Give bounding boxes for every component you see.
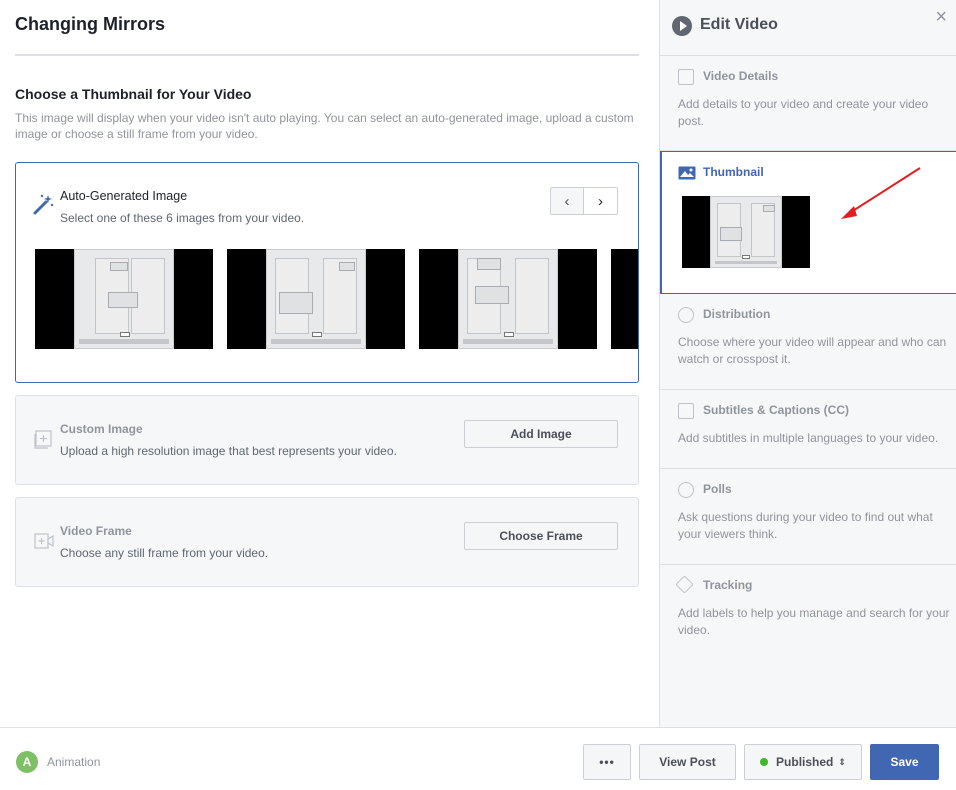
footer-bar: A Animation ••• View Post Published ⇕ Sa…: [0, 727, 956, 790]
thumbnail-icon: [678, 166, 696, 180]
video-frame-subtitle: Choose any still frame from your video.: [60, 546, 269, 560]
sidebar-item-desc: Ask questions during your video to find …: [678, 510, 933, 541]
avatar[interactable]: A: [16, 751, 38, 773]
save-button[interactable]: Save: [870, 744, 939, 780]
thumbnail-pager: ‹ ›: [550, 187, 618, 215]
title-divider: [15, 54, 639, 56]
close-icon[interactable]: ×: [935, 6, 947, 29]
thumbnail-strip: [35, 249, 638, 349]
sidebar-item-label: Distribution: [703, 307, 771, 321]
next-button[interactable]: ›: [584, 187, 618, 215]
magic-wand-icon: [33, 194, 54, 215]
prev-button[interactable]: ‹: [550, 187, 584, 215]
sidebar-item-desc: Choose where your video will appear and …: [678, 335, 947, 366]
sidebar-item-desc: Add details to your video and create you…: [678, 97, 929, 128]
play-icon: [672, 16, 692, 36]
auto-generated-title: Auto-Generated Image: [60, 189, 188, 203]
sidebar-header: Edit Video ×: [660, 0, 956, 56]
sidebar-item-subtitles[interactable]: Subtitles & Captions (CC) Add subtitles …: [660, 390, 956, 469]
thumbnail-frame: [74, 249, 174, 349]
edit-video-sidebar: Edit Video × Video Details Add details t…: [659, 0, 956, 727]
details-icon: [678, 69, 694, 85]
video-frame-title: Video Frame: [60, 524, 132, 538]
sidebar-item-label: Thumbnail: [703, 165, 764, 179]
choose-frame-button[interactable]: Choose Frame: [464, 522, 618, 550]
video-frame-card: Video Frame Choose any still frame from …: [15, 497, 639, 587]
status-label: Published: [776, 755, 834, 769]
thumbnail-frame: [266, 249, 366, 349]
sidebar-item-label: Tracking: [703, 578, 753, 592]
sidebar-item-polls[interactable]: Polls Ask questions during your video to…: [660, 469, 956, 565]
up-down-icon: ⇕: [838, 756, 846, 767]
published-status-button[interactable]: Published ⇕: [744, 744, 862, 780]
auto-generated-subtitle: Select one of these 6 images from your v…: [60, 211, 305, 225]
thumbnail-option[interactable]: [419, 249, 597, 349]
main-panel: Changing Mirrors Choose a Thumbnail for …: [0, 0, 660, 727]
page-title: Changing Mirrors: [15, 14, 166, 34]
thumbnail-heading: Choose a Thumbnail for Your Video: [15, 86, 252, 102]
thumbnail-option[interactable]: [227, 249, 405, 349]
thumbnail-option[interactable]: [35, 249, 213, 349]
sidebar-item-tracking[interactable]: Tracking Add labels to help you manage a…: [660, 565, 956, 661]
sidebar-item-label: Polls: [703, 482, 732, 496]
red-arrow-icon: [841, 167, 921, 219]
tag-icon: [675, 575, 694, 594]
sidebar-item-desc: Add subtitles in multiple languages to y…: [678, 431, 939, 445]
add-image-button[interactable]: Add Image: [464, 420, 618, 448]
sidebar-item-distribution[interactable]: Distribution Choose where your video wil…: [660, 294, 956, 390]
custom-image-title: Custom Image: [60, 422, 143, 436]
page-name: Animation: [47, 755, 101, 769]
sidebar-item-thumbnail[interactable]: Thumbnail: [660, 151, 956, 294]
thumbnail-option[interactable]: [611, 249, 638, 349]
custom-image-card: Custom Image Upload a high resolution im…: [15, 395, 639, 485]
status-dot-icon: [760, 758, 769, 766]
add-image-icon: [34, 430, 52, 449]
custom-image-subtitle: Upload a high resolution image that best…: [60, 444, 397, 458]
sidebar-item-video-details[interactable]: Video Details Add details to your video …: [660, 56, 956, 151]
thumbnail-frame: [710, 196, 782, 268]
captions-icon: [678, 403, 694, 419]
polls-icon: [678, 482, 694, 498]
more-options-button[interactable]: •••: [583, 744, 631, 780]
thumbnail-description: This image will display when your video …: [15, 111, 634, 141]
video-frame-icon: [34, 533, 54, 549]
sidebar-item-desc: Add labels to help you manage and search…: [678, 606, 950, 637]
distribution-icon: [678, 307, 694, 323]
selected-thumbnail-preview: [682, 196, 810, 268]
sidebar-title: Edit Video: [700, 16, 778, 33]
sidebar-item-label: Subtitles & Captions (CC): [703, 403, 849, 417]
view-post-button[interactable]: View Post: [639, 744, 736, 780]
auto-generated-card[interactable]: Auto-Generated Image Select one of these…: [15, 162, 639, 383]
thumbnail-frame: [458, 249, 558, 349]
sidebar-item-label: Video Details: [703, 69, 779, 83]
